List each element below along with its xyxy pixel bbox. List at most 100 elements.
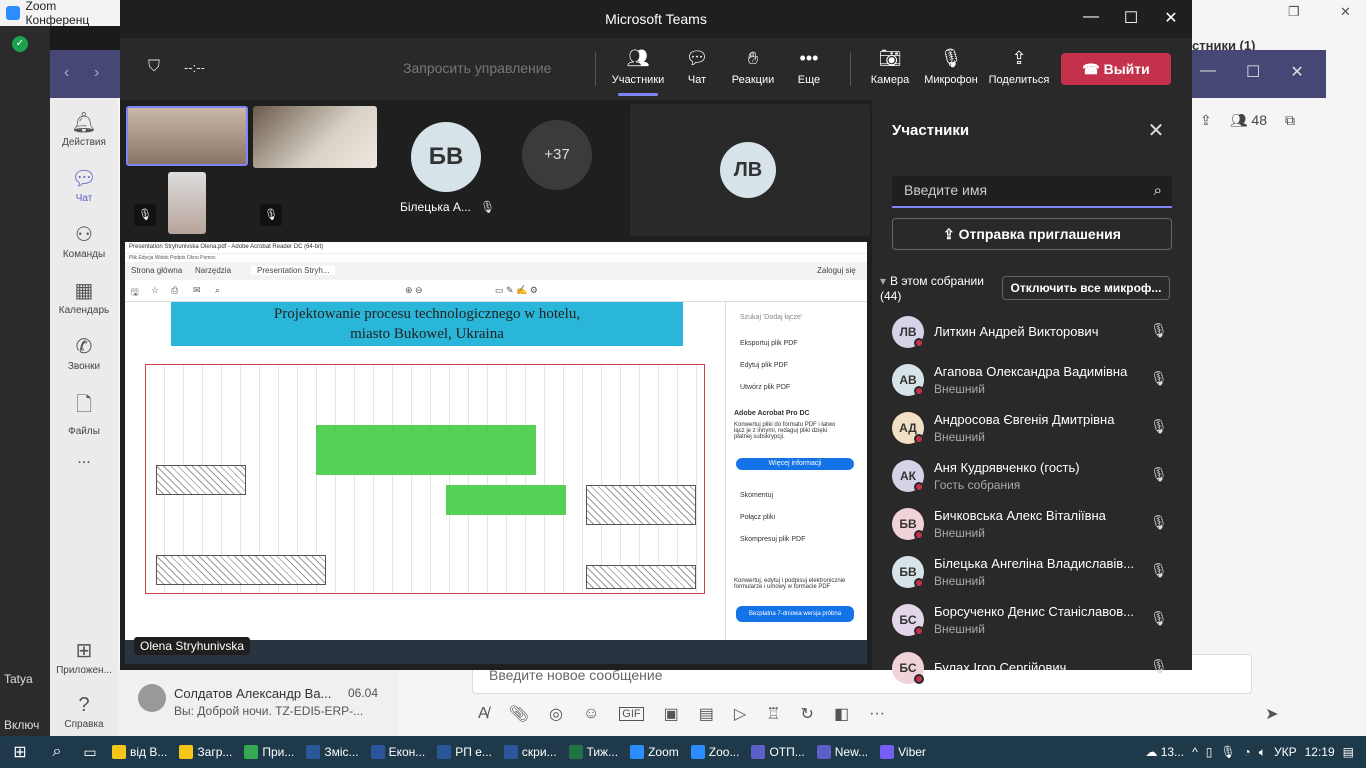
mic-icon[interactable]: 🎙︎ [1220, 745, 1235, 759]
rail-teams[interactable]: ⚇ Команды [50, 222, 118, 260]
mic-off-icon[interactable]: 🎙︎ [1150, 658, 1168, 675]
taskbar-app[interactable]: від В... [106, 736, 173, 768]
rail-calendar[interactable]: ▦ Календарь [50, 278, 118, 316]
maximize-icon[interactable]: ☐ [1246, 62, 1260, 82]
rail-help[interactable]: ? Справка [50, 694, 118, 730]
mic-off-icon[interactable]: 🎙︎ [1150, 370, 1168, 387]
chat-button[interactable]: 💬︎ Чат [667, 48, 727, 86]
search-icon[interactable]: ⌕ [40, 736, 74, 768]
rail-more[interactable]: ... [50, 450, 118, 468]
participant-row[interactable]: БВ Білецька Ангеліна Владиславів... Внешни… [892, 554, 1176, 598]
mic-button[interactable]: 🎙︎ Микрофон [921, 48, 981, 86]
search-icon[interactable]: ⌕ [1154, 182, 1162, 199]
taskbar-app[interactable]: При... [238, 736, 300, 768]
share-tray-icon[interactable]: ⇪ [1200, 112, 1212, 129]
sticker-icon[interactable]: ▣ [664, 704, 679, 724]
video-tile[interactable] [168, 172, 206, 234]
mic-off-icon[interactable]: 🎙︎ [1150, 418, 1168, 435]
participant-row[interactable]: БС Булах Ігор Сергійович 🎙︎ [892, 650, 1176, 694]
taskbar-app[interactable]: РП е... [431, 736, 498, 768]
schedule-meeting-icon[interactable]: ▤ [699, 704, 714, 724]
stream-icon[interactable]: ▷ [734, 704, 746, 724]
refresh-icon[interactable]: ↻ [801, 704, 814, 724]
gif-icon[interactable]: GIF [619, 707, 644, 721]
video-tile[interactable] [126, 106, 248, 166]
mic-off-icon[interactable]: 🎙︎ [1150, 466, 1168, 483]
taskbar-app[interactable]: Екон... [365, 736, 432, 768]
close-icon[interactable]: ✕ [1144, 118, 1168, 143]
participants-button[interactable]: 👥︎ Участники [608, 48, 668, 96]
send-icon[interactable]: ➤ [1265, 704, 1278, 724]
mic-off-icon[interactable]: 🎙︎ [1150, 514, 1168, 531]
more-button[interactable]: ••• Еще [779, 48, 839, 86]
rail-apps[interactable]: ⊞ Приложен... [50, 638, 118, 676]
taskbar-app[interactable]: Тиж... [563, 736, 625, 768]
start-icon[interactable]: ⊞ [0, 736, 40, 768]
back-icon[interactable]: ‹ [64, 64, 69, 82]
participant-row[interactable]: БВ Бичковська Алекс Віталіївна Внешний 🎙︎ [892, 506, 1176, 550]
loop-icon[interactable]: ◎ [549, 704, 563, 724]
volume-icon[interactable]: 🔈︎ [1259, 745, 1266, 760]
mute-all-button[interactable]: Отключить все микроф... [1002, 276, 1170, 300]
network-icon[interactable]: ◔ [1244, 745, 1251, 759]
format-icon[interactable]: A̸ [478, 705, 489, 723]
mic-off-icon[interactable]: 🎙︎ [1150, 562, 1168, 579]
participant-row[interactable]: АД Андросова Євгенія Дмитрівна Внешний 🎙︎ [892, 410, 1176, 454]
usb-icon[interactable]: ▯ [1206, 745, 1213, 759]
section-header[interactable]: ▾ В этом собрании (44) [880, 274, 1000, 304]
close-icon[interactable]: ✕ [1156, 8, 1186, 28]
close-icon[interactable]: ✕ [1290, 62, 1303, 82]
praise-icon[interactable]: ♖ [766, 704, 780, 724]
rail-files[interactable]: 🗋 Файлы [50, 390, 118, 437]
emoji-icon[interactable]: ☺ [583, 705, 599, 723]
search-input[interactable] [892, 176, 1132, 204]
taskbar-app[interactable]: Загр... [173, 736, 238, 768]
taskbar-app[interactable]: скри... [498, 736, 563, 768]
taskbar-app[interactable]: Zoom [624, 736, 685, 768]
close-icon[interactable]: ✕ [1340, 4, 1351, 20]
participant-row[interactable]: БС Борсученко Денис Станіславов... Внешний… [892, 602, 1176, 646]
people-icon[interactable]: 👥︎ 48 [1230, 112, 1267, 129]
avatar[interactable]: БВ [411, 122, 481, 192]
forward-icon[interactable]: › [94, 64, 99, 82]
participant-row[interactable]: ЛВ Литкин Андрей Викторович 🎙︎ [892, 314, 1176, 358]
maximize-icon[interactable]: ☐ [1116, 8, 1146, 28]
chat-list-item[interactable]: Солдатов Александр Ва... 06.04 Вы: Добро… [118, 670, 398, 736]
taskbar-app[interactable]: Zoo... [685, 736, 746, 768]
send-invite-button[interactable]: ⇪ Отправка приглашения [892, 218, 1172, 250]
restore-icon[interactable]: ❐ [1288, 4, 1300, 20]
participant-row[interactable]: АВ Агапова Олександра Вадимівна Внешний 🎙︎ [892, 362, 1176, 406]
weather-icon[interactable]: ☁ 13... [1145, 745, 1184, 759]
clock[interactable]: 12:19 [1305, 745, 1335, 759]
participant-row[interactable]: АК Аня Кудрявченко (гость) Гость собрания 🎙… [892, 458, 1176, 502]
taskbar-app[interactable]: Viber [874, 736, 932, 768]
chevron-up-icon[interactable]: ^ [1192, 745, 1198, 759]
mic-off-icon[interactable]: 🎙︎ [1150, 610, 1168, 627]
apps-icon[interactable]: ◧ [834, 704, 849, 724]
zoom-window-title[interactable]: Zoom Конференц [0, 0, 120, 27]
taskbar-app[interactable]: New... [811, 736, 874, 768]
more-participants-tile[interactable]: +37 [522, 120, 592, 190]
rail-chat[interactable]: 💬︎ Чат [50, 166, 118, 204]
more-icon[interactable]: ··· [869, 705, 885, 723]
rail-activity[interactable]: 🔔︎ Действия [50, 110, 118, 148]
language-indicator[interactable]: УКР [1274, 745, 1297, 759]
request-control-button[interactable]: Запросить управление [403, 60, 551, 76]
taskbar-app[interactable]: Змiс... [300, 736, 364, 768]
attach-icon[interactable]: 📎︎ [509, 704, 529, 724]
leave-button[interactable]: ☎︎ Выйти [1061, 53, 1171, 85]
video-tile[interactable] [253, 106, 377, 168]
minimize-icon[interactable]: — [1076, 8, 1106, 26]
video-tile[interactable]: ЛВ [630, 104, 870, 236]
search-icon: ⌕ [215, 285, 221, 295]
rail-calls[interactable]: ✆ Звонки [50, 334, 118, 372]
share-button[interactable]: ⇪ Поделиться [987, 48, 1051, 86]
notification-icon[interactable]: ▤ [1343, 745, 1354, 759]
minimize-icon[interactable]: — [1200, 62, 1216, 82]
task-view-icon[interactable]: ▭ [74, 736, 106, 768]
camera-button[interactable]: 📷︎ Камера [860, 48, 920, 86]
taskbar-app[interactable]: ОТП... [745, 736, 810, 768]
popout-icon[interactable]: ⧉ [1285, 112, 1295, 129]
mic-off-icon[interactable]: 🎙︎ [1150, 322, 1168, 339]
reactions-button[interactable]: ✋︎ Реакции [723, 48, 783, 86]
